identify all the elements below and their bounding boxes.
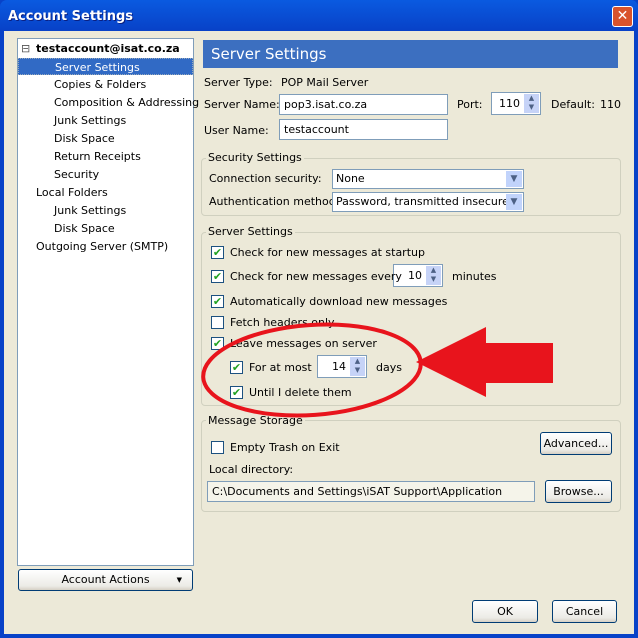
highlight-ellipse bbox=[201, 322, 423, 418]
red-arrow-icon bbox=[416, 327, 553, 397]
annotation-overlay bbox=[201, 322, 553, 418]
